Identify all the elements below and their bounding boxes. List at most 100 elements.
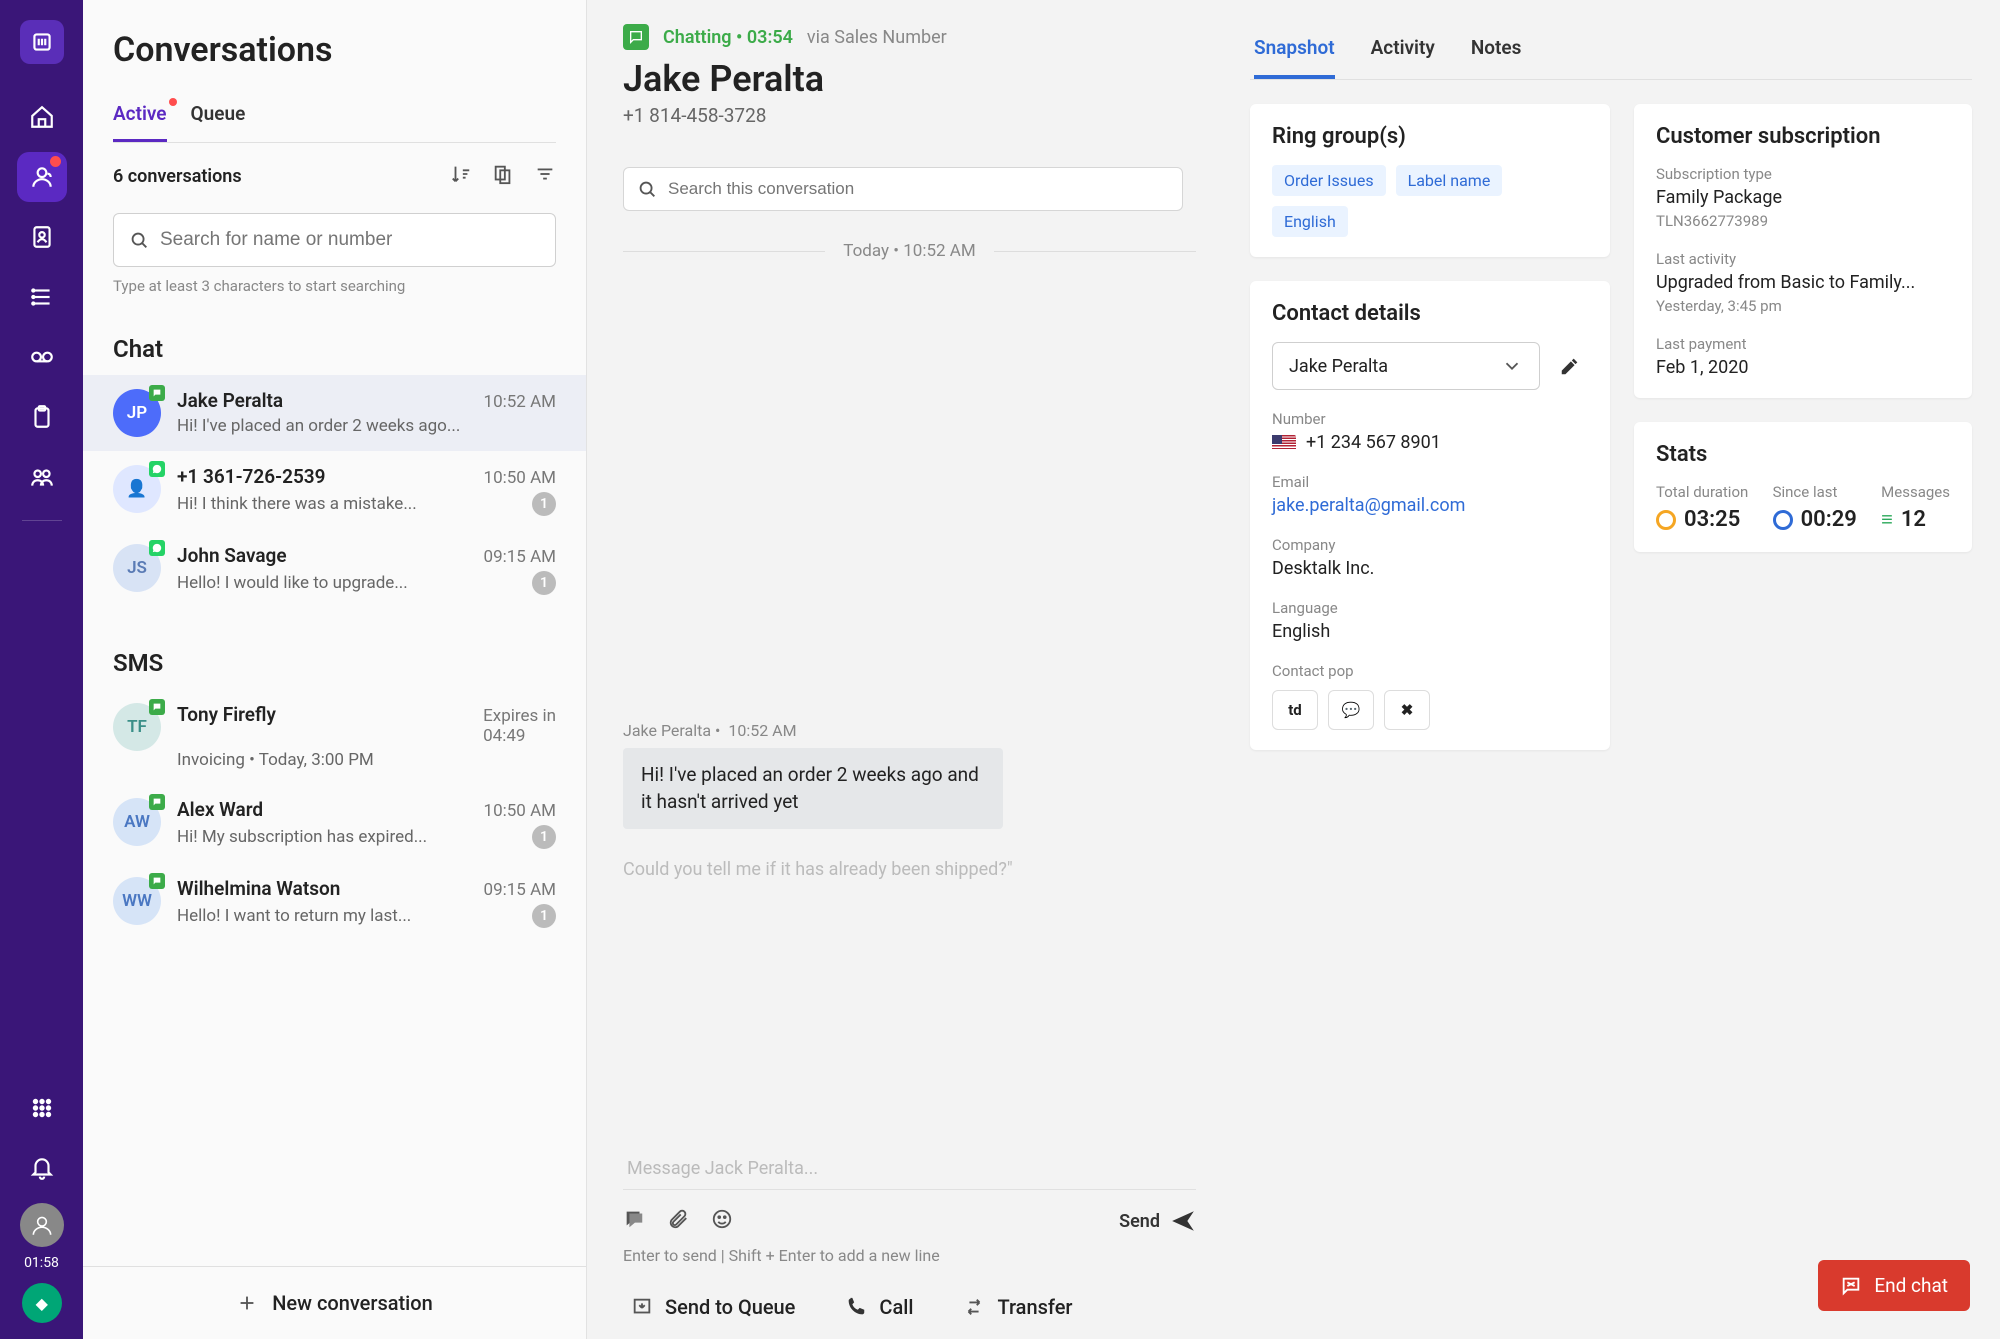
pane-title: Conversations (113, 30, 556, 70)
layout-button[interactable] (492, 163, 514, 189)
conversation-count: 6 conversations (113, 166, 242, 187)
contact-pop-button[interactable]: td (1272, 690, 1318, 730)
nav-rail: 01:58 ◆ (0, 0, 83, 1339)
phone-icon (845, 1296, 867, 1318)
messages-value: ≡12 (1881, 507, 1950, 532)
end-chat-button[interactable]: End chat (1818, 1260, 1970, 1311)
pencil-icon (1559, 355, 1581, 377)
chat-via-text: via Sales Number (807, 27, 947, 48)
ring-group-tag[interactable]: English (1272, 206, 1348, 237)
avatar: TF (113, 703, 161, 751)
queue-icon (29, 284, 55, 310)
stats-title: Stats (1656, 442, 1950, 467)
last-activity-note: Yesterday, 3:45 pm (1656, 297, 1950, 315)
conversation-item[interactable]: WWWilhelmina Watson09:15 AMHello! I want… (83, 863, 586, 942)
tab-queue[interactable]: Queue (191, 92, 246, 142)
chat-status-text: Chatting • 03:54 (663, 27, 793, 48)
user-avatar[interactable] (20, 1203, 64, 1247)
paperclip-icon (667, 1208, 689, 1230)
sms-list: TFTony FireflyExpires in04:49Invoicing •… (83, 689, 586, 942)
contact-pop-button[interactable]: ✖ (1384, 690, 1430, 730)
end-chat-icon (1840, 1275, 1862, 1297)
attach-button[interactable] (667, 1208, 689, 1234)
clipboard-icon (29, 404, 55, 430)
tab-active[interactable]: Active (113, 92, 167, 142)
sub-type-label: Subscription type (1656, 165, 1950, 183)
send-to-queue-button[interactable]: Send to Queue (631, 1295, 795, 1319)
ring-group-tag[interactable]: Order Issues (1272, 165, 1386, 196)
nav-team[interactable] (17, 452, 67, 502)
nav-queue[interactable] (17, 272, 67, 322)
end-chat-label: End chat (1874, 1274, 1948, 1297)
ring-group-tags: Order Issues Label name English (1272, 165, 1588, 237)
nav-contacts[interactable] (17, 212, 67, 262)
conversation-item[interactable]: JPJake Peralta10:52 AMHi! I've placed an… (83, 375, 586, 451)
contact-pop-button[interactable]: 💬 (1328, 690, 1374, 730)
last-payment-value: Feb 1, 2020 (1656, 357, 1950, 378)
emoji-button[interactable] (711, 1208, 733, 1234)
call-button[interactable]: Call (845, 1295, 913, 1319)
chat-actions-bar: Send to Queue Call Transfer (623, 1275, 1196, 1339)
tab-active-dot (169, 98, 177, 106)
avatar: 👤 (113, 465, 161, 513)
nav-home[interactable] (17, 92, 67, 142)
whatsapp-icon (149, 461, 165, 477)
avatar: WW (113, 877, 161, 925)
chat-header: Chatting • 03:54 via Sales Number Jake P… (623, 24, 1196, 127)
nav-tasks[interactable] (17, 392, 67, 442)
tab-snapshot[interactable]: Snapshot (1254, 24, 1335, 79)
conversation-tabs: Active Queue (113, 92, 556, 143)
chat-column: Chatting • 03:54 via Sales Number Jake P… (587, 0, 1232, 1339)
bell-icon (29, 1155, 55, 1181)
us-flag-icon (1272, 435, 1296, 451)
search-conversation[interactable] (623, 167, 1183, 211)
stats-card: Stats Total duration 03:25 Since last 00… (1634, 422, 1972, 552)
nav-voicemail[interactable] (17, 332, 67, 382)
agent-timer: 01:58 (24, 1255, 59, 1271)
contact-select[interactable]: Jake Peralta (1272, 342, 1540, 390)
conversation-name: +1 361-726-2539 (177, 465, 326, 488)
search-conversations[interactable] (113, 213, 556, 267)
conversation-time: 10:50 AM (484, 468, 556, 488)
new-conversation-button[interactable]: New conversation (83, 1266, 586, 1339)
composer-placeholder[interactable]: Message Jack Peralta... (623, 1158, 1196, 1189)
contacts-icon (29, 224, 55, 250)
conversation-item[interactable]: 👤+1 361-726-253910:50 AMHi! I think ther… (83, 451, 586, 530)
nav-agent[interactable] (17, 152, 67, 202)
message-pending: Could you tell me if it has already been… (623, 859, 1196, 880)
nav-apps[interactable] (17, 1083, 67, 1133)
contact-select-value: Jake Peralta (1289, 356, 1388, 377)
company-value: Desktalk Inc. (1272, 558, 1588, 579)
conversation-preview: Hello! I would like to upgrade... (177, 573, 408, 593)
chat-icon (149, 794, 165, 810)
transfer-button[interactable]: Transfer (963, 1295, 1072, 1319)
app-logo[interactable] (20, 20, 64, 64)
filter-button[interactable] (534, 163, 556, 189)
email-value[interactable]: jake.peralta@gmail.com (1272, 495, 1588, 516)
nav-notifications[interactable] (17, 1143, 67, 1193)
agent-status-toggle[interactable]: ◆ (13, 1275, 70, 1332)
search-conversation-input[interactable] (668, 179, 1170, 199)
conversation-time: 09:15 AM (484, 880, 556, 900)
ring-group-tag[interactable]: Label name (1396, 165, 1503, 196)
conversation-item[interactable]: JSJohn Savage09:15 AMHello! I would like… (83, 530, 586, 609)
message-bubble: Hi! I've placed an order 2 weeks ago and… (623, 748, 1003, 829)
contact-pop-label: Contact pop (1272, 662, 1588, 680)
canned-responses-button[interactable] (623, 1208, 645, 1234)
edit-contact-button[interactable] (1552, 348, 1588, 384)
tab-notes[interactable]: Notes (1471, 24, 1522, 79)
conversation-item[interactable]: AWAlex Ward10:50 AMHi! My subscription h… (83, 784, 586, 863)
tab-activity[interactable]: Activity (1371, 24, 1435, 79)
conversation-item[interactable]: TFTony FireflyExpires in04:49Invoicing •… (83, 689, 586, 784)
conversation-name: Wilhelmina Watson (177, 877, 340, 900)
search-input[interactable] (160, 229, 541, 251)
team-icon (29, 464, 55, 490)
composer: Message Jack Peralta... Send Enter to se… (623, 1158, 1196, 1275)
number-value: +1 234 567 8901 (1272, 432, 1588, 453)
chat-icon (149, 699, 165, 715)
conversation-time: Expires in04:49 (483, 706, 556, 746)
send-button[interactable]: Send (1119, 1208, 1196, 1234)
sort-button[interactable] (450, 163, 472, 189)
contact-details-title: Contact details (1272, 301, 1588, 326)
ring-groups-title: Ring group(s) (1272, 124, 1588, 149)
